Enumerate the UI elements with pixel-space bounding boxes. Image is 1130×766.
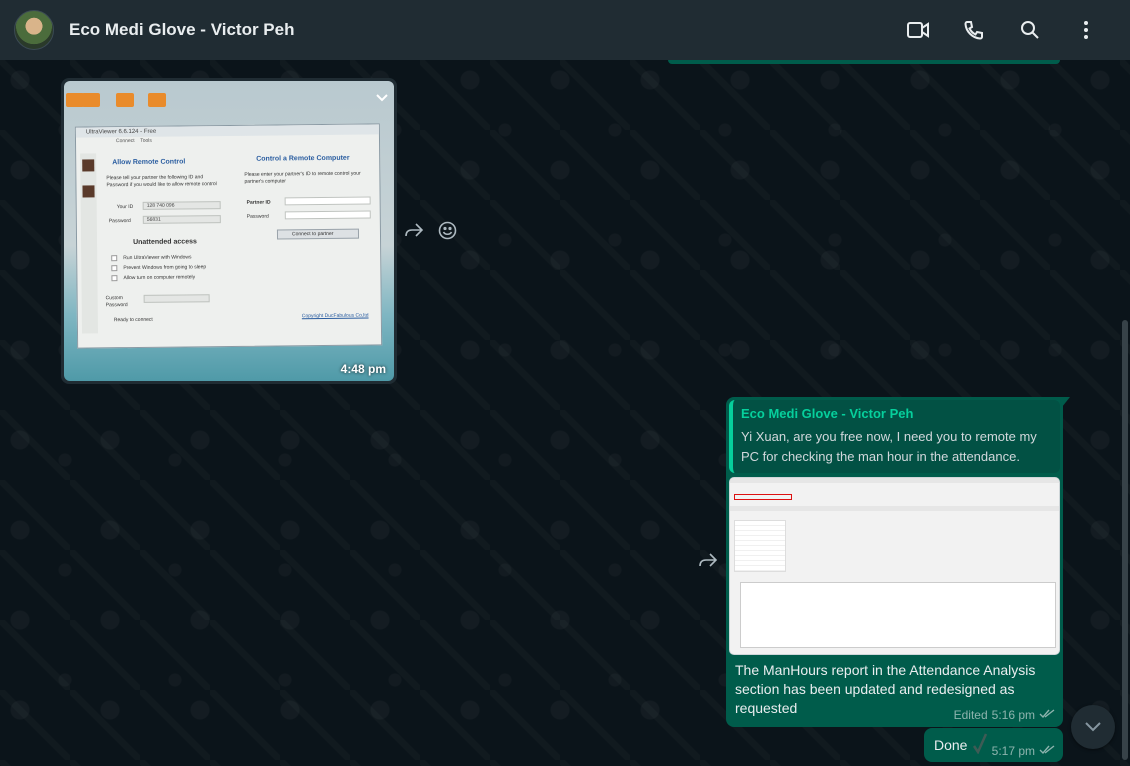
uv-partner-id-field (284, 196, 371, 206)
uv-check-box (111, 265, 118, 272)
forward-button[interactable] (404, 222, 424, 243)
uv-custom-password-label: Custom Password (105, 295, 128, 309)
uv-control-desc: Please enter your partner's ID to remote… (244, 170, 361, 185)
uv-partner-id-label: Partner ID (246, 199, 271, 206)
contact-avatar[interactable] (14, 10, 54, 50)
voice-call-button[interactable] (946, 10, 1002, 50)
desktop-folder-icon (116, 93, 134, 107)
uv-menu: Connect Tools (115, 137, 152, 145)
emoji-icon (438, 221, 457, 240)
search-button[interactable] (1002, 10, 1058, 50)
chat-pane[interactable]: UltraViewer 6.6.124 - Free Connect Tools… (0, 60, 1130, 766)
attached-screenshot[interactable] (729, 477, 1060, 655)
header-actions (890, 10, 1114, 50)
search-icon (1021, 21, 1039, 39)
video-call-icon (907, 22, 929, 38)
outgoing-done-message[interactable]: Done 5:17 pm (924, 728, 1063, 762)
quoted-message[interactable]: Eco Medi Glove - Victor Peh Yi Xuan, are… (729, 400, 1060, 473)
chat-title[interactable]: Eco Medi Glove - Victor Peh (69, 20, 294, 40)
uv-your-id-value: 128 740 096 (142, 201, 221, 210)
forward-icon (699, 553, 718, 567)
forward-button[interactable] (698, 552, 718, 573)
desktop-folder-icon (82, 93, 100, 107)
scrollbar[interactable] (1122, 320, 1128, 760)
uv-sidebar (80, 153, 99, 334)
uv-password-label: Password (108, 218, 131, 225)
message-text: Done (934, 737, 968, 753)
menu-button[interactable] (1058, 10, 1114, 50)
desktop-folder-icon (148, 93, 166, 107)
video-call-button[interactable] (890, 10, 946, 50)
ultraviewer-window: UltraViewer 6.6.124 - Free Connect Tools… (74, 123, 383, 349)
message-meta: Edited 5:16 pm (954, 708, 1055, 722)
chevron-down-icon (1085, 722, 1101, 732)
uv-check-box (111, 275, 118, 282)
ultraviewer-photo[interactable]: UltraViewer 6.6.124 - Free Connect Tools… (64, 81, 394, 381)
uv-partner-password-label: Password (246, 213, 269, 220)
message-time: 4:48 pm (340, 362, 386, 376)
read-ticks-icon (1039, 708, 1055, 722)
read-ticks-icon (1039, 744, 1055, 758)
check-mark-icon (972, 732, 988, 759)
outgoing-reply-message[interactable]: Eco Medi Glove - Victor Peh Yi Xuan, are… (726, 397, 1063, 727)
uv-check1-label: Run UltraViewer with Windows (123, 254, 192, 262)
highlight-box (734, 494, 792, 500)
message-time: 5:16 pm (991, 708, 1035, 722)
uv-check-box (111, 255, 118, 262)
message-meta: 5:17 pm (992, 744, 1055, 758)
voice-call-icon (964, 21, 983, 40)
report-table (734, 520, 786, 572)
uv-your-id-label: Your ID (116, 203, 134, 211)
edited-label: Edited (953, 708, 988, 722)
uv-check2-label: Prevent Windows from going to sleep (123, 264, 207, 272)
bubble-tail (1062, 397, 1070, 407)
previous-message-edge (668, 60, 1060, 64)
scroll-to-bottom-button[interactable] (1071, 705, 1115, 749)
uv-unattended-title: Unattended access (133, 238, 197, 246)
quoted-text: Yi Xuan, are you free now, I need you to… (741, 429, 1037, 464)
uv-control-title: Control a Remote Computer (256, 154, 350, 163)
uv-allow-desc: Please tell your partner the following I… (106, 174, 217, 189)
quoted-author: Eco Medi Glove - Victor Peh (741, 406, 914, 421)
uv-password-value: 56831 (142, 215, 221, 224)
uv-custom-password-field (143, 294, 210, 303)
message-options-button[interactable] (376, 89, 388, 107)
message-time: 5:17 pm (991, 744, 1035, 758)
uv-allow-title: Allow Remote Control (112, 158, 186, 167)
uv-connect-button: Connect to partner (276, 228, 360, 240)
forward-icon (405, 223, 424, 237)
uv-copyright: Copyright DucFabulous Co,ltd (301, 312, 369, 320)
chevron-down-icon (376, 94, 388, 102)
incoming-image-message[interactable]: UltraViewer 6.6.124 - Free Connect Tools… (61, 78, 397, 384)
uv-status: Ready to connect (113, 316, 153, 324)
react-button[interactable] (438, 221, 457, 245)
report-plot (740, 582, 1056, 648)
menu-icon (1084, 21, 1088, 39)
uv-partner-password-field (284, 210, 371, 220)
chat-header: Eco Medi Glove - Victor Peh (0, 0, 1130, 60)
uv-check3-label: Allow turn on computer remotely (123, 274, 196, 282)
